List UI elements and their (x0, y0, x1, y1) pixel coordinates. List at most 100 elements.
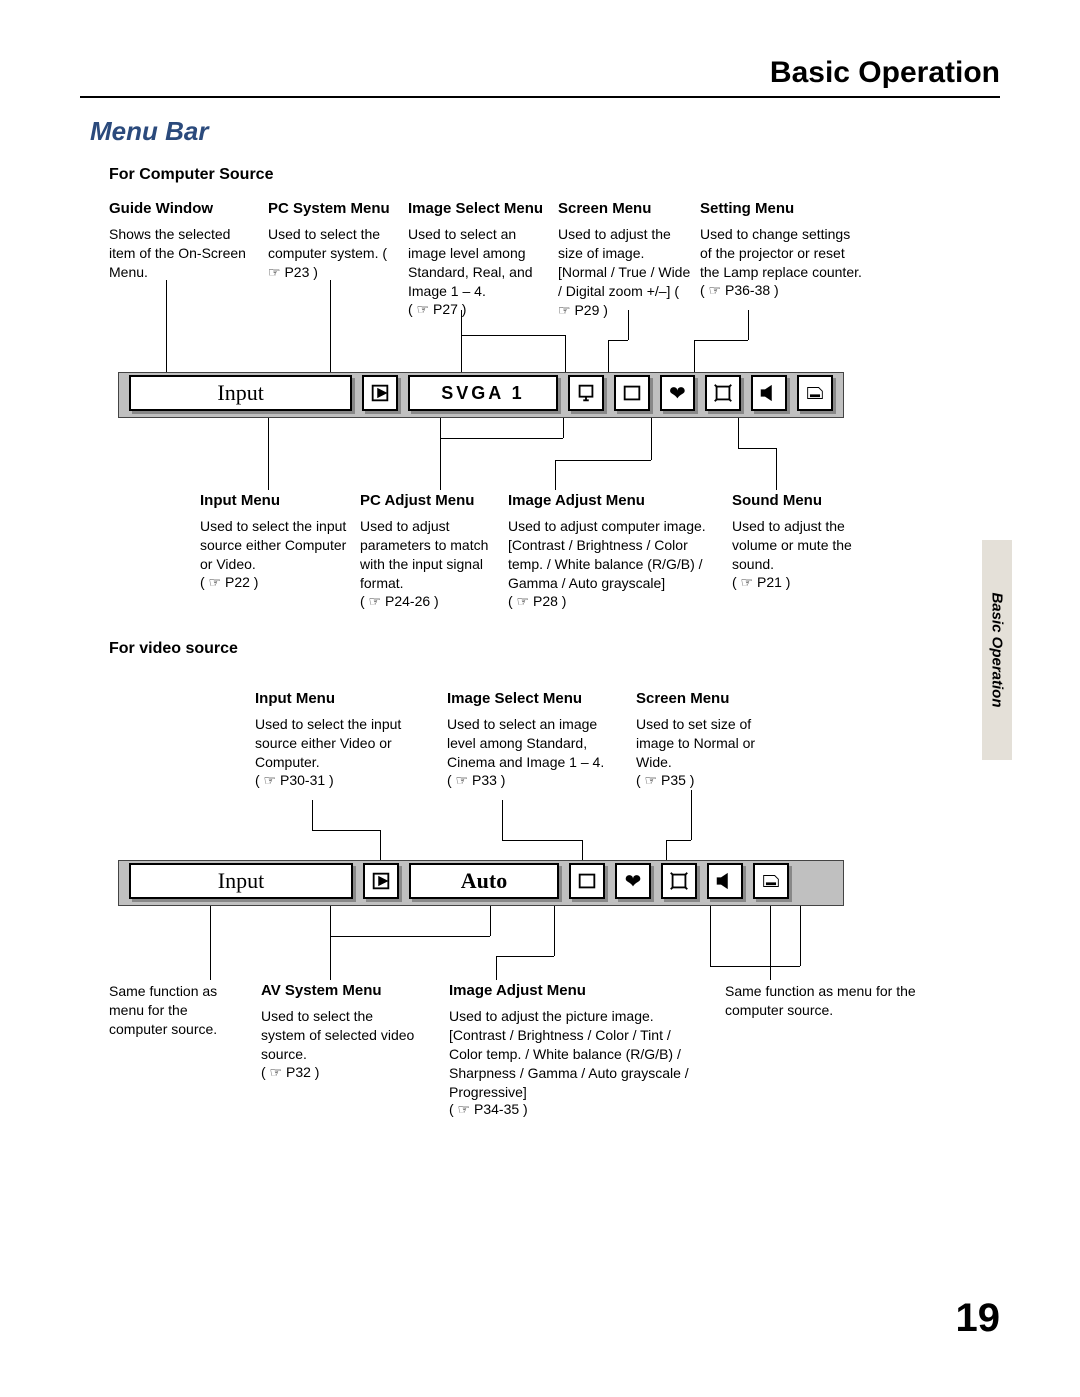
block-guide-window: Guide Window Shows the selected item of … (109, 200, 259, 282)
desc: Same function as menu for the computer s… (109, 982, 249, 1039)
sound-menu-icon (707, 863, 743, 899)
block-image-select: Image Select Menu Used to select an imag… (408, 200, 546, 318)
leader (748, 310, 749, 340)
block-image-adjust: Image Adjust Menu Used to adjust compute… (508, 492, 724, 610)
leader (312, 830, 380, 831)
ref: ( ☞ P24-26 ) (360, 593, 502, 610)
label: Setting Menu (700, 200, 862, 217)
desc: Same function as menu for the computer s… (725, 982, 920, 1020)
leader (565, 335, 566, 372)
leader (800, 906, 801, 966)
leader (770, 966, 800, 967)
menu-bar-computer: Input SVGA 1 ❤ (118, 372, 844, 418)
leader (770, 906, 771, 980)
leader (330, 280, 331, 372)
block-v-same-right: Same function as menu for the computer s… (725, 982, 920, 1020)
heading-video-source: For video source (109, 640, 238, 658)
leader (666, 840, 667, 860)
leader (738, 418, 739, 448)
block-pc-adjust: PC Adjust Menu Used to adjust parameters… (360, 492, 502, 610)
block-v-image-select: Image Select Menu Used to select an imag… (447, 690, 607, 789)
image-adjust-icon: ❤ (660, 375, 696, 411)
leader (563, 418, 564, 438)
leader (496, 956, 497, 980)
leader (461, 335, 565, 336)
leader (694, 340, 695, 372)
desc: Used to adjust the size of image. [Norma… (558, 225, 693, 319)
label: Guide Window (109, 200, 259, 217)
block-v-image-adjust: Image Adjust Menu Used to adjust the pic… (449, 982, 707, 1118)
label: Image Adjust Menu (508, 492, 724, 509)
leader (502, 800, 503, 840)
label: Image Select Menu (447, 690, 607, 707)
leader (582, 840, 583, 860)
block-setting: Setting Menu Used to change settings of … (700, 200, 862, 299)
desc: Used to change settings of the projector… (700, 225, 862, 282)
guide-window: Input (129, 375, 352, 411)
leader (440, 438, 563, 439)
leader (555, 460, 556, 490)
leader (555, 460, 651, 461)
desc: Used to select the system of selected vi… (261, 1007, 417, 1064)
side-tab-label: Basic Operation (989, 592, 1006, 707)
leader (496, 956, 554, 957)
desc: Used to adjust parameters to match with … (360, 517, 502, 593)
desc: Used to adjust computer image. [Contrast… (508, 517, 724, 593)
ref: ( ☞ P28 ) (508, 593, 724, 610)
leader (268, 418, 269, 490)
desc: Used to select the computer system. ( ☞ … (268, 225, 401, 282)
leader (330, 906, 331, 980)
ref: ( ☞ P27 ) (408, 301, 546, 318)
leader (628, 310, 629, 340)
leader (608, 340, 628, 341)
leader (691, 790, 692, 840)
image-select-icon (569, 863, 605, 899)
leader (666, 840, 691, 841)
leader (380, 830, 381, 860)
page-title: Basic Operation (80, 56, 1000, 90)
desc: Used to adjust the volume or mute the so… (732, 517, 852, 574)
label: PC Adjust Menu (360, 492, 502, 509)
desc: Used to select an image level among Stan… (447, 715, 607, 772)
last-icon (797, 375, 833, 411)
screen-menu-icon (661, 863, 697, 899)
label: Input Menu (200, 492, 355, 509)
section-title: Menu Bar (90, 116, 208, 147)
desc: Used to select an image level among Stan… (408, 225, 546, 301)
guide-window: Input (129, 863, 353, 899)
block-sound: Sound Menu Used to adjust the volume or … (732, 492, 852, 591)
heading-computer-source: For Computer Source (109, 166, 273, 184)
leader (312, 800, 313, 830)
image-adjust-icon: ❤ (615, 863, 651, 899)
ref: ( ☞ P35 ) (636, 772, 766, 789)
desc: Used to select the input source either V… (255, 715, 407, 772)
setting-menu-icon (705, 375, 741, 411)
input-menu-icon (362, 375, 398, 411)
block-input-menu: Input Menu Used to select the input sour… (200, 492, 355, 591)
desc: Shows the selected item of the On-Screen… (109, 225, 259, 282)
label: Screen Menu (636, 690, 766, 707)
leader (710, 906, 711, 966)
side-tab: Basic Operation (982, 540, 1012, 760)
label: Input Menu (255, 690, 407, 707)
leader (440, 418, 441, 490)
screen-menu-icon (614, 375, 650, 411)
mode-window: Auto (409, 863, 559, 899)
ref: ( ☞ P33 ) (447, 772, 607, 789)
label: AV System Menu (261, 982, 417, 999)
ref: ( ☞ P36-38 ) (700, 282, 862, 299)
leader (554, 906, 555, 956)
dotted-rule: . . . . . . . . . . . . . . . . . . . . … (210, 136, 1000, 140)
setting-menu-icon (753, 863, 789, 899)
leader (502, 840, 582, 841)
leader (776, 448, 777, 490)
mode-window: SVGA 1 (408, 375, 558, 411)
leader (694, 340, 748, 341)
image-select-icon (568, 375, 604, 411)
leader (210, 906, 211, 980)
desc: Used to adjust the picture image. [Contr… (449, 1007, 707, 1101)
block-screen: Screen Menu Used to adjust the size of i… (558, 200, 693, 319)
ref: ( ☞ P22 ) (200, 574, 355, 591)
block-pc-system: PC System Menu Used to select the comput… (268, 200, 401, 282)
label: Sound Menu (732, 492, 852, 509)
